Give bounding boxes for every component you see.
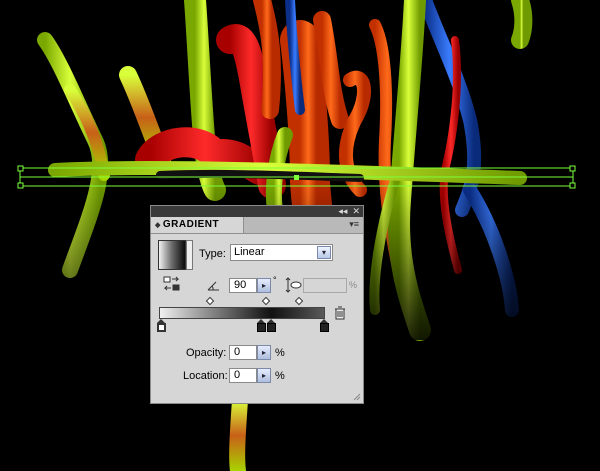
gradient-fill-toggle[interactable]	[186, 240, 193, 270]
opacity-unit: %	[275, 347, 285, 359]
gradient-panel: ◂◂ ✕ ◆ GRADIENT ▾≡ Type: Linear ▾ 90 ▸ ° …	[150, 205, 364, 404]
resize-grip-icon[interactable]	[353, 393, 361, 401]
degree-symbol: °	[273, 275, 277, 285]
opacity-label: Opacity:	[186, 347, 227, 359]
panel-titlebar[interactable]: ◂◂ ✕	[151, 206, 363, 217]
location-label: Location:	[183, 370, 228, 382]
reverse-gradient-icon[interactable]	[163, 276, 181, 292]
panel-tab-row: ◆ GRADIENT ▾≡	[151, 217, 363, 234]
type-select-value: Linear	[234, 246, 265, 258]
location-unit: %	[275, 370, 285, 382]
angle-stepper[interactable]: ▸	[257, 278, 271, 293]
gradient-stop[interactable]	[257, 319, 266, 333]
collapse-panel-icon[interactable]: ◂◂	[338, 206, 347, 217]
gradient-slider[interactable]	[159, 307, 325, 319]
delete-stop-icon[interactable]	[334, 306, 346, 320]
type-select[interactable]: Linear ▾	[230, 244, 333, 261]
location-stepper[interactable]: ▸	[257, 368, 271, 383]
aspect-percent: %	[349, 280, 358, 290]
chevron-down-icon[interactable]: ▾	[317, 246, 331, 259]
panel-menu-icon[interactable]: ▾≡	[349, 219, 359, 230]
angle-input[interactable]: 90	[229, 278, 257, 293]
angle-icon	[207, 281, 219, 291]
type-label: Type:	[199, 248, 226, 260]
tab-gradient[interactable]: ◆ GRADIENT	[151, 217, 244, 233]
opacity-input[interactable]: 0	[229, 345, 257, 360]
gradient-stop[interactable]	[267, 319, 276, 333]
tab-gradient-label: GRADIENT	[162, 219, 220, 230]
location-input[interactable]: 0	[229, 368, 257, 383]
midpoint-diamond[interactable]	[205, 296, 215, 306]
midpoint-diamond[interactable]	[261, 296, 271, 306]
aspect-ratio-icon	[285, 277, 302, 293]
gradient-swatch[interactable]	[158, 240, 186, 270]
tab-options-icon[interactable]: ◆	[155, 222, 161, 229]
midpoint-diamond[interactable]	[294, 296, 304, 306]
close-panel-icon[interactable]: ✕	[352, 206, 360, 217]
aspect-ratio-input	[303, 278, 347, 293]
gradient-stop[interactable]	[320, 319, 329, 333]
gradient-stop[interactable]	[157, 319, 166, 333]
opacity-stepper[interactable]: ▸	[257, 345, 271, 360]
